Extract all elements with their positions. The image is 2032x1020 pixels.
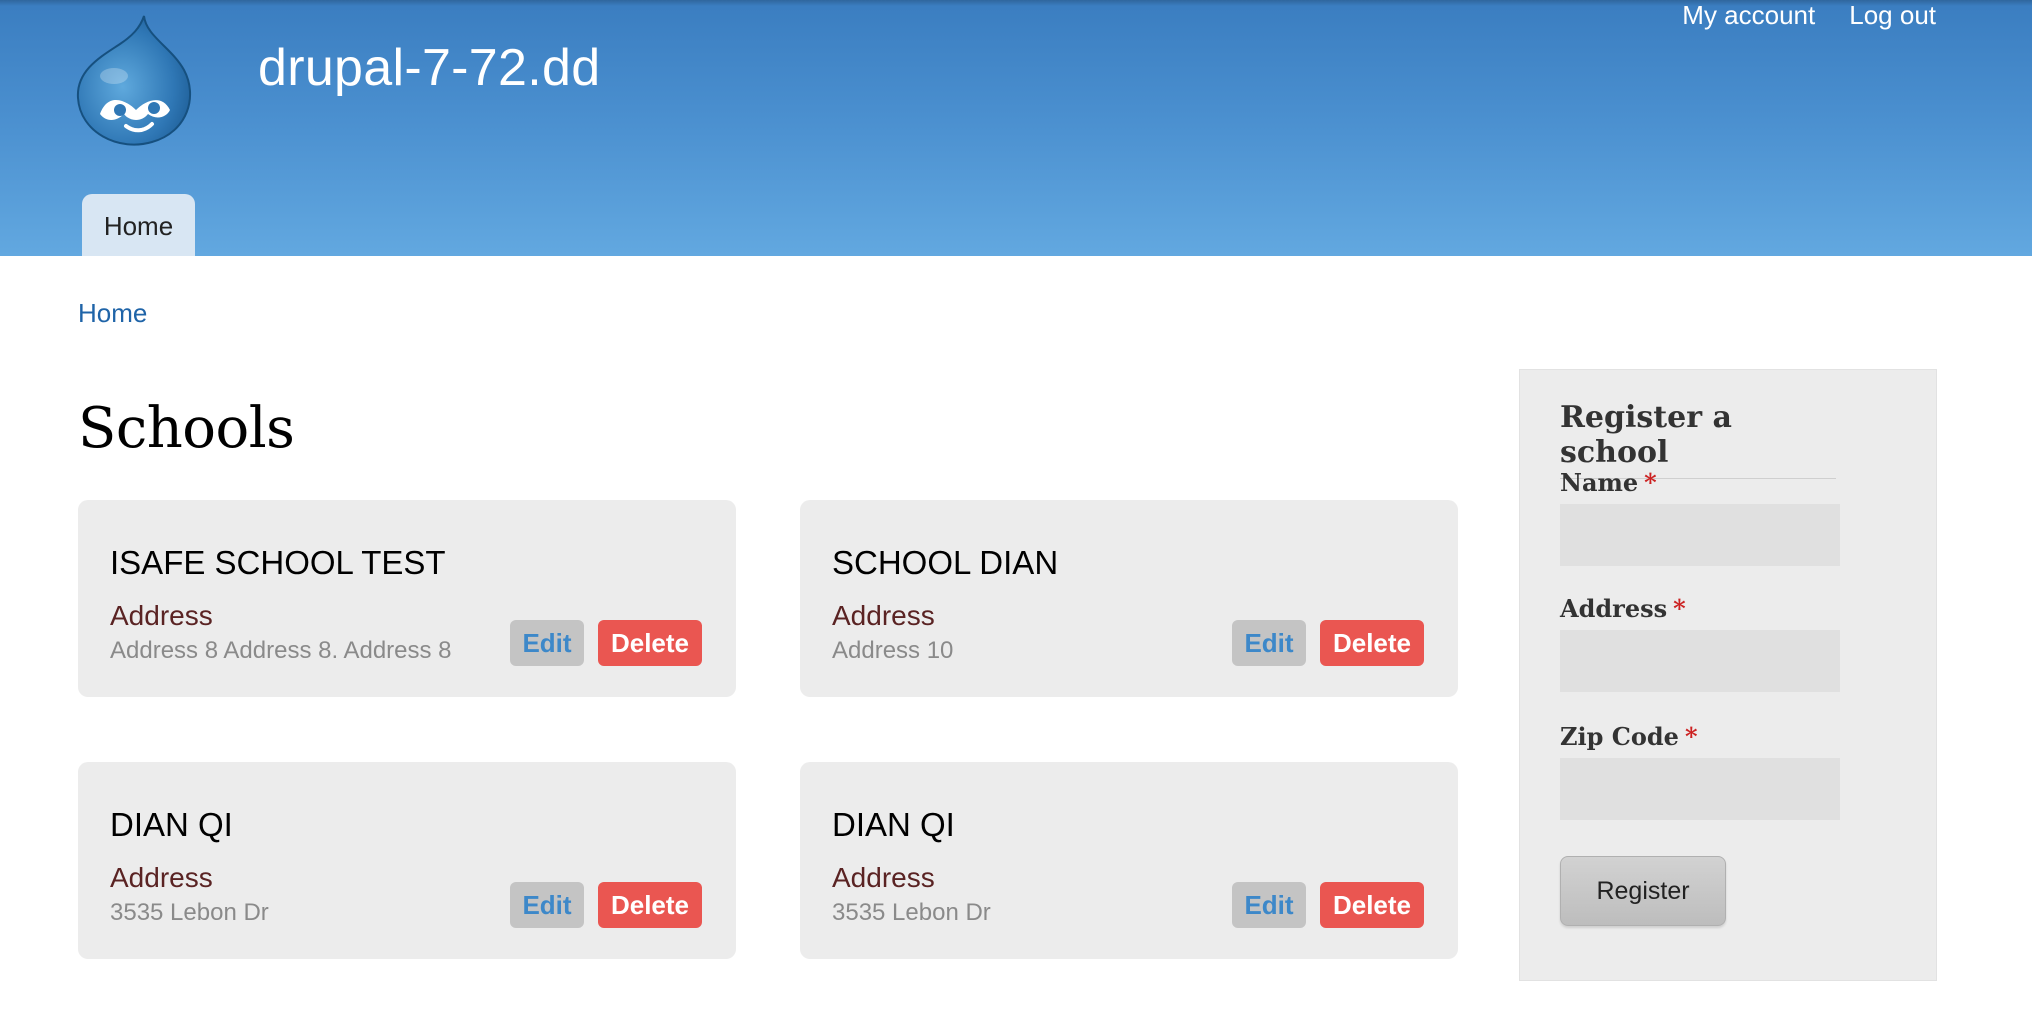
secondary-menu: My account Log out bbox=[1682, 0, 1936, 31]
register-button[interactable]: Register bbox=[1560, 856, 1726, 926]
school-card: DIAN QI Address 3535 Lebon Dr Edit Delet… bbox=[78, 762, 736, 959]
edit-button[interactable]: Edit bbox=[510, 882, 584, 928]
address-value: Address 10 bbox=[832, 637, 954, 664]
name-input[interactable] bbox=[1560, 504, 1840, 566]
address-value: 3535 Lebon Dr bbox=[110, 899, 269, 926]
address-label-text: Address bbox=[1560, 594, 1668, 623]
zip-code-input[interactable] bbox=[1560, 758, 1840, 820]
address-input[interactable] bbox=[1560, 630, 1840, 692]
school-card: DIAN QI Address 3535 Lebon Dr Edit Delet… bbox=[800, 762, 1458, 959]
delete-button[interactable]: Delete bbox=[598, 882, 702, 928]
delete-button[interactable]: Delete bbox=[1320, 620, 1424, 666]
site-header: drupal-7-72.dd My account Log out Home bbox=[0, 0, 2032, 256]
required-marker: * bbox=[1673, 594, 1686, 623]
edit-button[interactable]: Edit bbox=[1232, 620, 1306, 666]
breadcrumb-home[interactable]: Home bbox=[78, 298, 147, 329]
name-label-text: Name bbox=[1560, 468, 1639, 497]
address-label: Address bbox=[110, 600, 213, 631]
address-value: 3535 Lebon Dr bbox=[832, 899, 991, 926]
school-name: SCHOOL DIAN bbox=[832, 544, 1059, 581]
zip-code-field-label: Zip Code * bbox=[1560, 722, 1698, 751]
tab-home[interactable]: Home bbox=[82, 194, 195, 256]
site-name[interactable]: drupal-7-72.dd bbox=[258, 38, 600, 98]
address-label: Address bbox=[832, 862, 935, 893]
school-card: SCHOOL DIAN Address Address 10 Edit Dele… bbox=[800, 500, 1458, 697]
address-label: Address bbox=[832, 600, 935, 631]
required-marker: * bbox=[1644, 468, 1657, 497]
school-name: ISAFE SCHOOL TEST bbox=[110, 544, 446, 581]
school-name: DIAN QI bbox=[832, 806, 955, 843]
address-field-label: Address * bbox=[1560, 594, 1686, 623]
delete-button[interactable]: Delete bbox=[1320, 882, 1424, 928]
page-title: Schools bbox=[78, 396, 295, 461]
address-label: Address bbox=[110, 862, 213, 893]
delete-button[interactable]: Delete bbox=[598, 620, 702, 666]
drupal-logo-icon[interactable] bbox=[74, 14, 198, 146]
my-account-link[interactable]: My account bbox=[1682, 0, 1815, 31]
edit-button[interactable]: Edit bbox=[510, 620, 584, 666]
address-value: Address 8 Address 8. Address 8 bbox=[110, 637, 452, 664]
log-out-link[interactable]: Log out bbox=[1849, 0, 1936, 31]
school-card: ISAFE SCHOOL TEST Address Address 8 Addr… bbox=[78, 500, 736, 697]
school-name: DIAN QI bbox=[110, 806, 233, 843]
edit-button[interactable]: Edit bbox=[1232, 882, 1306, 928]
zip-code-label-text: Zip Code bbox=[1560, 722, 1679, 751]
required-marker: * bbox=[1684, 722, 1698, 751]
name-field-label: Name * bbox=[1560, 468, 1657, 497]
register-school-block: Register a school Name * Address * Zip Cod… bbox=[1519, 369, 1937, 981]
